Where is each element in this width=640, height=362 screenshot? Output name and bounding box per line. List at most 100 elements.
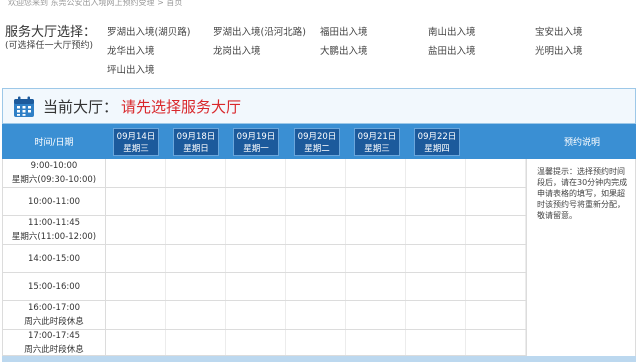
time-slot-label: 14:00-15:00: [2, 245, 106, 272]
hall-option-longgang[interactable]: 龙岗出入境: [213, 43, 261, 57]
hall-option-longhua[interactable]: 龙华出入境: [107, 43, 155, 57]
slot-cell[interactable]: [466, 245, 526, 272]
slot-cell[interactable]: [466, 216, 526, 244]
slot-cell[interactable]: [106, 159, 166, 187]
table-row: 17:00-17:45 周六此时段休息: [2, 330, 526, 356]
date-tab-2[interactable]: 09月18日 星期日: [173, 128, 219, 156]
date-tab-1[interactable]: 09月14日 星期三: [113, 128, 159, 156]
slot-cell[interactable]: [286, 273, 346, 300]
schedule-header: 时间/日期 09月14日 星期三 09月18日 星期日 09月19日 星期一 0…: [2, 124, 636, 159]
slot-cell[interactable]: [286, 188, 346, 215]
slot-cell[interactable]: [286, 159, 346, 187]
slot-cell[interactable]: [406, 330, 466, 355]
slot-cell[interactable]: [286, 245, 346, 272]
slot-cell[interactable]: [406, 245, 466, 272]
slot-cell[interactable]: [286, 216, 346, 244]
slot-cell[interactable]: [166, 216, 226, 244]
time-range: 10:00-11:00: [27, 196, 81, 207]
time-range: 14:00-15:00: [27, 253, 81, 264]
top-notice-text: 欢迎您来到 东莞公安出入境网上预约受理 > 首页: [8, 0, 183, 7]
current-hall-value: 请先选择服务大厅: [121, 98, 242, 116]
time-range: 17:00-17:45: [27, 330, 81, 341]
slot-cell[interactable]: [166, 330, 226, 355]
time-range: 15:00-16:00: [27, 281, 81, 292]
hall-select-subtitle: (可选择任一大厅预约): [5, 41, 94, 51]
slot-cell[interactable]: [226, 216, 286, 244]
slot-cell[interactable]: [106, 216, 166, 244]
slot-cell[interactable]: [226, 245, 286, 272]
time-slot-label: 16:00-17:00 周六此时段休息: [2, 301, 106, 329]
time-slot-label: 15:00-16:00: [2, 273, 106, 300]
date-tab-5[interactable]: 09月21日 星期三: [354, 128, 400, 156]
booking-notes-panel: 温馨提示：选择预约时间段后，请在30分钟内完成申请表格的填写，如果超时该预约号将…: [526, 159, 636, 362]
date-tab-date: 09月20日: [297, 132, 337, 142]
hall-option-futian[interactable]: 福田出入境: [320, 24, 368, 38]
time-slot-label: 17:00-17:45 周六此时段休息: [2, 330, 106, 355]
slot-cell[interactable]: [226, 273, 286, 300]
slot-cell[interactable]: [406, 273, 466, 300]
slot-cell[interactable]: [346, 273, 406, 300]
hall-option-dapeng[interactable]: 大鹏出入境: [320, 43, 368, 57]
slot-cell[interactable]: [466, 330, 526, 355]
slot-cell[interactable]: [226, 330, 286, 355]
slot-cell[interactable]: [106, 245, 166, 272]
slot-cell[interactable]: [466, 159, 526, 187]
hall-option-baoan[interactable]: 宝安出入境: [535, 24, 583, 38]
slot-cell[interactable]: [226, 159, 286, 187]
hall-option-guangming[interactable]: 光明出入境: [535, 43, 583, 57]
slot-cell[interactable]: [166, 159, 226, 187]
booking-notes-header: 预约说明: [563, 138, 600, 148]
slot-cell[interactable]: [286, 301, 346, 329]
date-tab-date: 09月14日: [116, 132, 156, 142]
date-tab-date: 09月22日: [417, 132, 457, 142]
slot-cell[interactable]: [166, 273, 226, 300]
time-slot-label: 10:00-11:00: [2, 188, 106, 215]
time-note: 周六此时段休息: [24, 344, 84, 355]
table-row: 9:00-10:00 星期六(09:30-10:00): [2, 159, 526, 188]
time-slot-label: 11:00-11:45 星期六(11:00-12:00): [2, 216, 106, 244]
date-tab-4[interactable]: 09月20日 星期二: [294, 128, 340, 156]
hall-option-nanshan[interactable]: 南山出入境: [428, 24, 476, 38]
slot-cell[interactable]: [346, 188, 406, 215]
hall-option-luohu-hubei[interactable]: 罗湖出入境(湖贝路): [107, 24, 190, 38]
slot-cell[interactable]: [346, 330, 406, 355]
slot-cell[interactable]: [166, 245, 226, 272]
slot-cell[interactable]: [166, 188, 226, 215]
time-range: 16:00-17:00: [27, 303, 81, 313]
slot-cell[interactable]: [406, 301, 466, 329]
table-row: 14:00-15:00: [2, 245, 526, 273]
slot-cell[interactable]: [106, 188, 166, 215]
date-tab-3[interactable]: 09月19日 星期一: [233, 128, 279, 156]
slot-cell[interactable]: [226, 188, 286, 215]
table-row: 10:00-11:00: [2, 188, 526, 216]
top-breadcrumb: 欢迎您来到 东莞公安出入境网上预约受理 > 首页: [0, 0, 640, 10]
slot-cell[interactable]: [166, 301, 226, 329]
slot-cell[interactable]: [226, 301, 286, 329]
hall-option-luohu-yanhe[interactable]: 罗湖出入境(沿河北路): [213, 24, 306, 38]
slot-cell[interactable]: [406, 159, 466, 187]
table-row: 15:00-16:00: [2, 273, 526, 301]
slot-cell[interactable]: [466, 301, 526, 329]
hall-option-yantian[interactable]: 盐田出入境: [428, 43, 476, 57]
schedule-grid: 9:00-10:00 星期六(09:30-10:00) 10:00-11:00 …: [2, 159, 526, 362]
slot-cell[interactable]: [346, 245, 406, 272]
table-row: 11:00-11:45 星期六(11:00-12:00): [2, 216, 526, 245]
date-tab-6[interactable]: 09月22日 星期四: [414, 128, 460, 156]
slot-cell[interactable]: [466, 188, 526, 215]
hall-option-pingshan[interactable]: 坪山出入境: [107, 62, 155, 76]
slot-cell[interactable]: [406, 188, 466, 215]
slot-cell[interactable]: [106, 301, 166, 329]
slot-cell[interactable]: [286, 330, 346, 355]
slot-cell[interactable]: [406, 216, 466, 244]
date-tab-date: 09月18日: [176, 132, 216, 142]
slot-cell[interactable]: [346, 301, 406, 329]
time-note: 星期六(09:30-10:00): [11, 175, 97, 185]
slot-cell[interactable]: [106, 330, 166, 355]
date-tab-date: 09月19日: [236, 132, 276, 142]
time-range: 11:00-11:45: [27, 218, 81, 228]
date-tab-weekday: 星期二: [304, 144, 330, 154]
slot-cell[interactable]: [346, 159, 406, 187]
slot-cell[interactable]: [466, 273, 526, 300]
slot-cell[interactable]: [346, 216, 406, 244]
slot-cell[interactable]: [106, 273, 166, 300]
